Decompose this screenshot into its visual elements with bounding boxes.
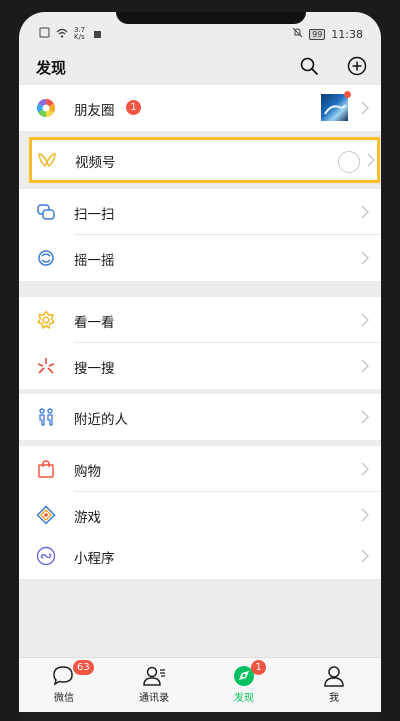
menu-item-moments[interactable]: 朋友圈 1 [19,85,381,131]
menu-item-scan[interactable]: 扫一扫 [19,189,381,235]
chevron-right-icon [361,204,370,219]
menu-item-people-nearby[interactable]: 附近的人 [19,394,381,440]
tab-label: 微信 [54,693,74,704]
menu-item-games[interactable]: 游戏 [19,492,381,538]
page-header: 发现 [19,52,381,82]
menu-item-label: 附近的人 [74,412,128,428]
group-scan-shake: 扫一扫 摇一摇 [19,189,381,281]
menu-item-label: 摇一摇 [74,253,115,269]
moments-badge: 1 [126,100,141,115]
people-nearby-icon [36,407,56,427]
status-bar: 3.7 K/s 99 11:38 [19,24,381,46]
menu-item-search[interactable]: 搜一搜 [19,343,381,389]
tab-contacts[interactable]: 通讯录 [109,658,199,708]
menu-item-label: 看一看 [74,315,115,331]
thumbnail-dot [344,91,351,98]
group-moments: 朋友圈 1 [19,85,381,131]
search-icon[interactable] [298,55,320,77]
notification-icon [94,30,101,38]
shopping-bag-icon [36,459,56,479]
camera-notch [116,12,306,24]
chevron-right-icon [361,548,370,563]
menu-item-label: 朋友圈 [74,103,115,119]
menu-item-label: 购物 [74,464,101,480]
menu-item-shake[interactable]: 摇一摇 [19,235,381,281]
tab-discover[interactable]: 1 发现 [199,658,289,708]
tab-label: 发现 [234,693,254,704]
channels-icon [37,150,57,170]
group-mini-programs: 小程序 [19,533,381,579]
chevron-right-icon [361,312,370,327]
battery-indicator: 99 [309,28,326,40]
top-stories-icon [36,310,56,330]
shake-icon [36,248,56,268]
menu-item-label: 扫一扫 [74,207,115,223]
games-icon [36,505,56,525]
network-speed: 3.7 K/s [74,26,86,41]
menu-item-shopping[interactable]: 购物 [19,446,381,492]
menu-item-mini-programs[interactable]: 小程序 [19,533,381,579]
wifi-icon [56,28,68,41]
menu-item-channels[interactable]: 视频号 [29,137,380,183]
mute-icon [292,27,303,41]
touch-indicator [338,151,360,173]
tab-chats[interactable]: 63 微信 [19,658,109,708]
search-feature-icon [36,356,56,376]
chats-badge: 63 [73,660,94,675]
mini-programs-icon [36,546,56,566]
screen: 3.7 K/s 99 11:38 发现 朋友圈 1 视频号 扫一扫 摇一摇 看一… [19,12,381,721]
tab-label: 通讯录 [139,693,169,704]
chevron-right-icon [361,250,370,265]
chevron-right-icon [361,358,370,373]
discover-badge: 1 [251,660,266,675]
tab-label: 我 [329,693,339,704]
menu-item-label: 小程序 [74,551,115,567]
me-icon [321,664,347,688]
chevron-right-icon [361,100,370,115]
page-title: 发现 [36,59,67,77]
phone-frame: 3.7 K/s 99 11:38 发现 朋友圈 1 视频号 扫一扫 摇一摇 看一… [0,0,400,721]
scan-icon [36,202,56,222]
chevron-right-icon [361,507,370,522]
moments-thumbnail [321,94,348,121]
plus-circle-icon[interactable] [346,55,368,77]
status-time: 11:38 [331,27,363,41]
chevron-right-icon [361,461,370,476]
contacts-icon [141,664,167,688]
system-navigation-bar [19,712,381,721]
chevron-right-icon [367,152,376,167]
chevron-right-icon [361,409,370,424]
menu-item-label: 搜一搜 [74,361,115,377]
menu-item-label: 游戏 [74,510,101,526]
tab-me[interactable]: 我 [289,658,379,708]
moments-icon [36,98,56,118]
menu-item-label: 视频号 [75,155,116,171]
group-shopping-games: 购物 游戏 [19,446,381,538]
menu-item-top-stories[interactable]: 看一看 [19,297,381,343]
group-nearby: 附近的人 [19,394,381,440]
group-stories-search: 看一看 搜一搜 [19,297,381,389]
sim-icon [39,27,50,41]
